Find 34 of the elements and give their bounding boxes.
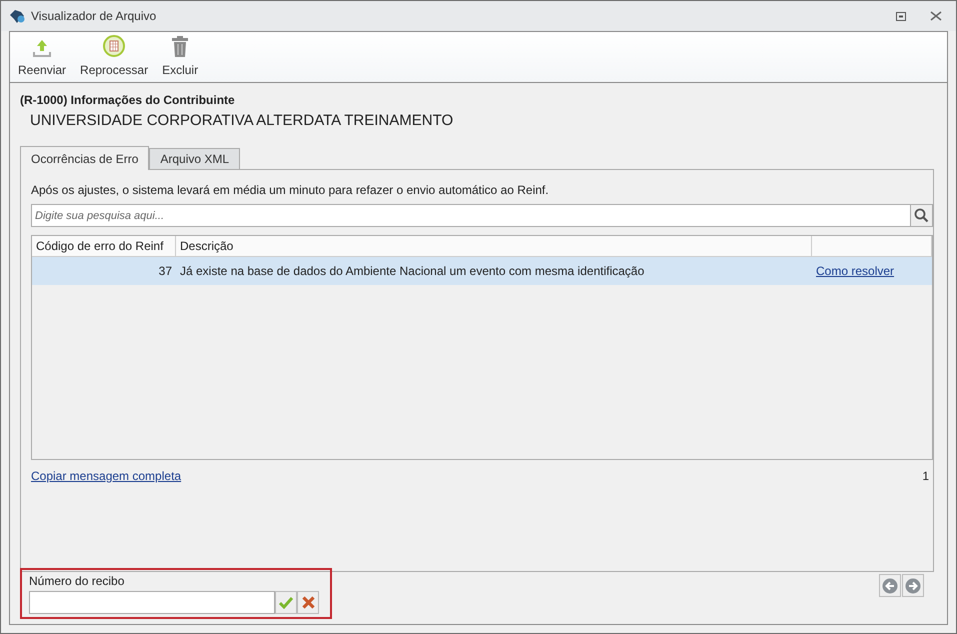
table-row[interactable]: 37 Já existe na base de dados do Ambiente Nacional um evento com mesma identificação Como resolver <box>32 257 932 285</box>
column-header[interactable]: Descrição <box>176 236 812 257</box>
close-icon[interactable] <box>930 11 942 21</box>
trash-icon <box>171 36 190 58</box>
record-count: 1 <box>922 469 929 483</box>
notice-text: Após os ajustes, o sistema levará em média um minuto para refazer o envio automático ao Reinf. <box>31 183 550 197</box>
search-field[interactable]: Digite sua pesquisa aqui... <box>31 204 911 227</box>
event-title: (R-1000) Informações do Contribuinte <box>20 93 236 107</box>
app-logo-icon <box>9 9 25 23</box>
search-button[interactable] <box>911 204 933 227</box>
confirm-button[interactable] <box>275 591 297 614</box>
receipt-label: Número do recibo <box>29 574 126 588</box>
toolbar-button[interactable]: Excluir <box>162 36 198 77</box>
table-cell-text: Já existe na base de dados do Ambiente Nacional um evento com mesma identificação <box>179 264 646 278</box>
table-cell-text: 37 <box>158 264 173 278</box>
restore-icon[interactable] <box>896 12 906 20</box>
resolve-link[interactable]: Como resolver <box>816 264 894 278</box>
search-icon <box>914 208 929 223</box>
tab[interactable]: Arquivo XML <box>149 148 240 170</box>
toolbar-button[interactable]: Reenviar <box>18 38 66 77</box>
check-icon <box>279 596 293 608</box>
window-title: Visualizador de Arquivo <box>31 9 158 23</box>
column-header[interactable]: Código de erro do Reinf <box>32 236 176 257</box>
company-name: UNIVERSIDADE CORPORATIVA ALTERDATA TREINAMENTO <box>30 112 454 129</box>
calculator-refresh-icon <box>102 34 126 58</box>
receipt-field[interactable] <box>29 591 275 614</box>
next-button[interactable] <box>902 574 924 597</box>
cross-icon <box>302 596 314 609</box>
upload-icon <box>32 38 52 58</box>
toolbar-button[interactable]: Reprocessar <box>80 34 148 77</box>
cancel-button[interactable] <box>297 591 319 614</box>
copy-message-link[interactable]: Copiar mensagem completa <box>31 469 182 483</box>
tab[interactable]: Ocorrências de Erro <box>20 146 150 170</box>
previous-button[interactable] <box>879 574 901 597</box>
